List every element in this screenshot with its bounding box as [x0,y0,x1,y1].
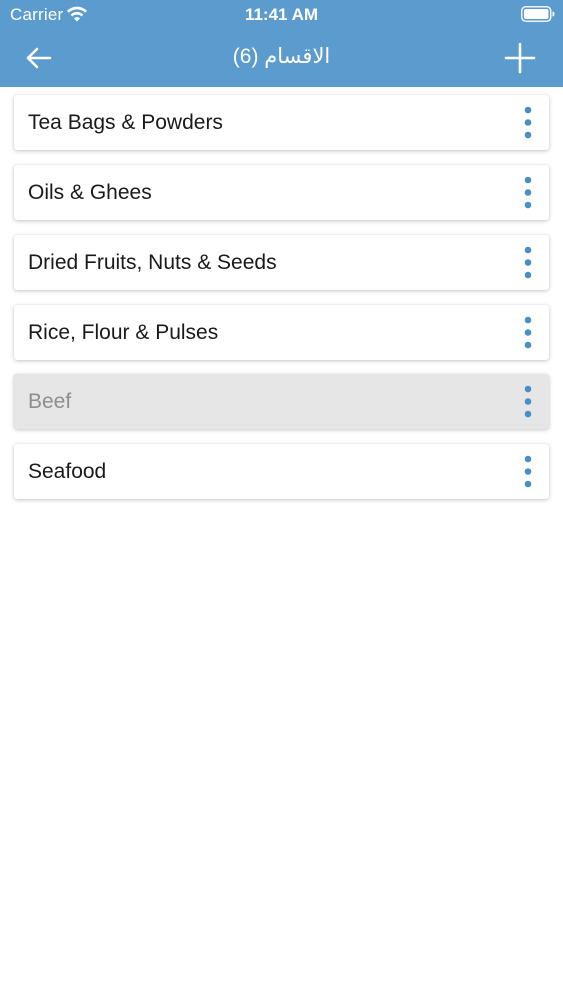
category-label: Tea Bags & Powders [28,111,223,134]
category-item-oils-ghees[interactable]: Oils & Ghees [14,165,549,220]
nav-bar: الاقسام (6) [0,30,563,87]
top-bar: Carrier 11:41 AM الاقسام (6) [0,0,563,87]
category-label: Oils & Ghees [28,181,152,204]
category-item-seafood[interactable]: Seafood [14,444,549,499]
more-vertical-icon[interactable] [517,454,539,489]
category-item-tea-bags[interactable]: Tea Bags & Powders [14,95,549,150]
status-time: 11:41 AM [244,5,319,24]
category-label: Seafood [28,460,107,483]
category-label: Rice, Flour & Pulses [28,321,219,344]
category-label: Dried Fruits, Nuts & Seeds [28,251,277,274]
more-vertical-icon[interactable] [517,105,539,140]
add-category-button[interactable] [500,38,540,78]
category-item-rice-flour[interactable]: Rice, Flour & Pulses [14,305,549,360]
status-bar: Carrier 11:41 AM [0,0,563,30]
category-label: Beef [28,390,72,413]
page-title: الاقسام (6) [232,45,331,68]
more-vertical-icon[interactable] [517,315,539,350]
more-vertical-icon[interactable] [517,175,539,210]
category-item-beef[interactable]: Beef [14,374,549,429]
battery-icon [521,6,555,22]
more-vertical-icon[interactable] [517,245,539,280]
category-item-dried-fruits[interactable]: Dried Fruits, Nuts & Seeds [14,235,549,290]
plus-icon [504,42,536,74]
more-vertical-icon[interactable] [517,384,539,419]
